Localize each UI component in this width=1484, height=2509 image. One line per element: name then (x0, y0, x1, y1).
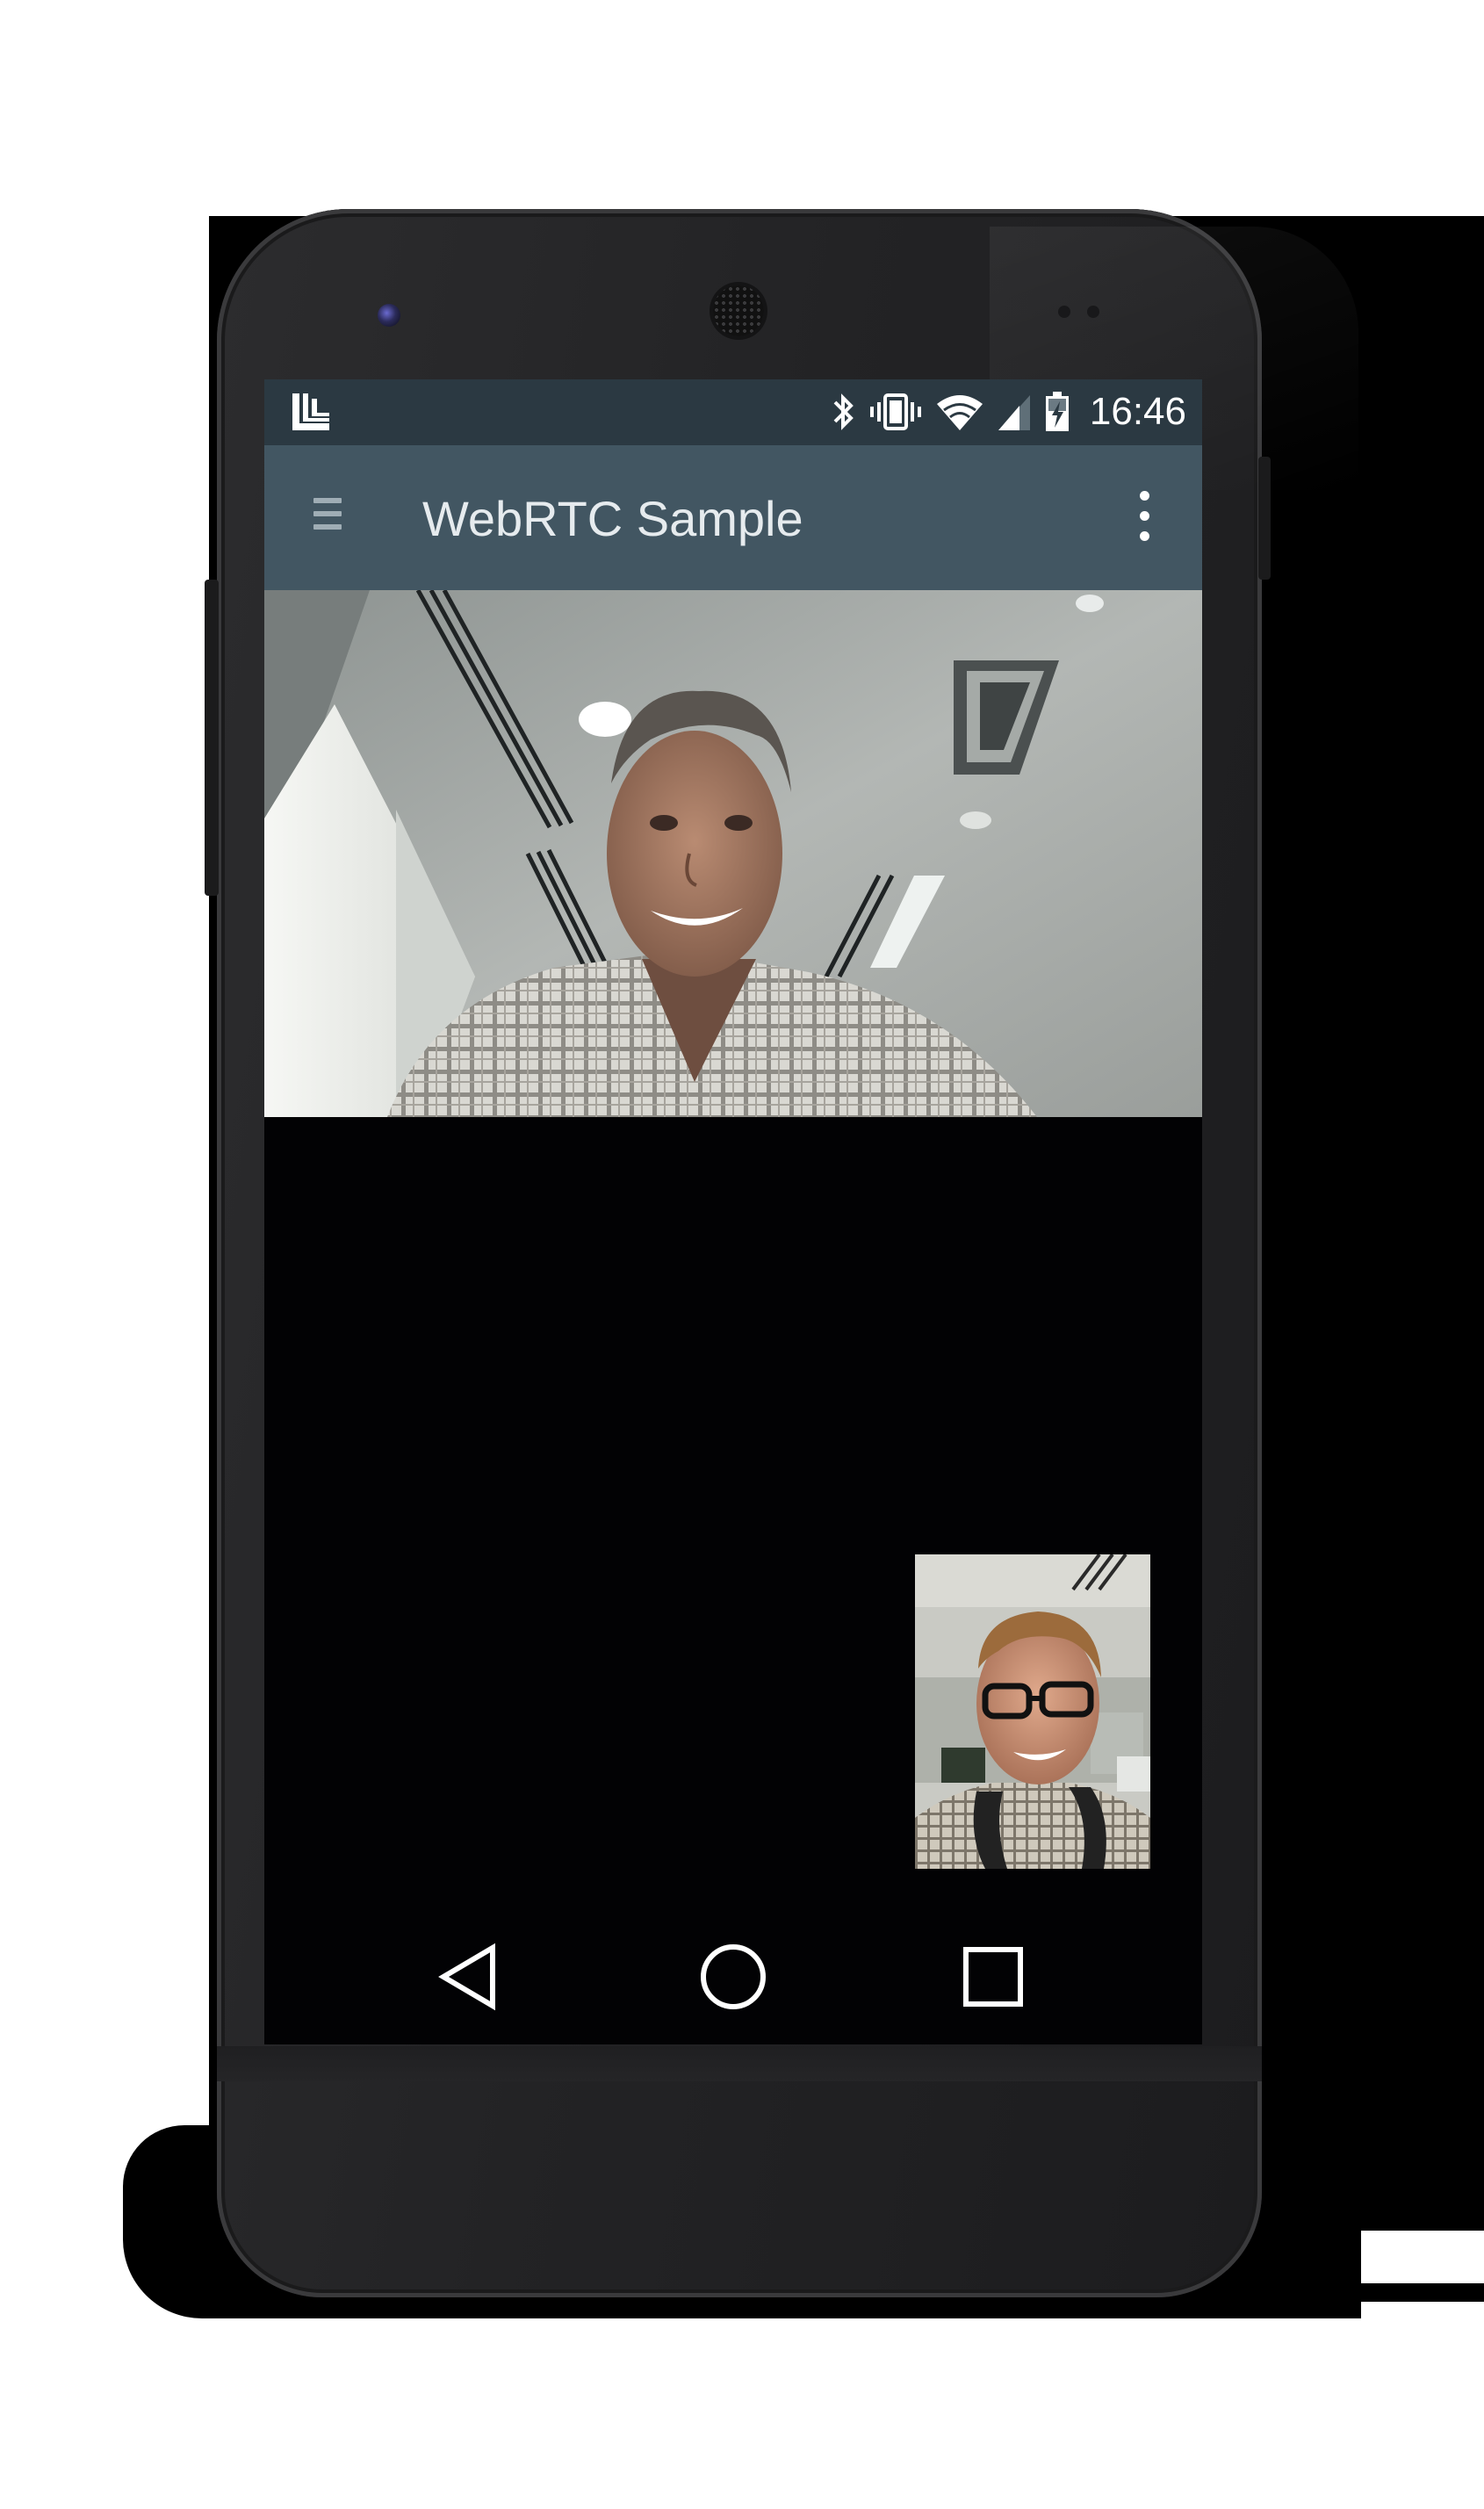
app-title: WebRTC Sample (422, 491, 803, 546)
phone-screen: 16:46 WebRTC Sample (264, 379, 1202, 2044)
light-sensor (1087, 306, 1099, 318)
launcher-logo-icon (292, 393, 329, 430)
hamburger-menu-icon[interactable] (313, 498, 342, 537)
overflow-menu-icon[interactable] (1135, 491, 1153, 547)
cell-signal-icon (998, 395, 1030, 430)
status-time: 16:46 (1089, 390, 1186, 433)
home-button[interactable] (685, 1929, 782, 2025)
navigation-bar (264, 1911, 1202, 2044)
status-bar: 16:46 (264, 379, 1202, 445)
power-button (1258, 457, 1271, 580)
back-button[interactable] (422, 1929, 519, 2025)
home-icon (701, 1944, 766, 2009)
battery-charging-icon (1046, 392, 1069, 431)
bluetooth-icon (833, 393, 854, 430)
local-self-view-video (915, 1554, 1150, 1869)
shadow-cutout (1361, 2231, 1484, 2283)
front-camera (378, 304, 400, 327)
volume-button (205, 580, 219, 896)
recents-icon (963, 1947, 1023, 2007)
back-icon (438, 1943, 495, 2011)
proximity-sensor (1058, 306, 1070, 318)
recents-button[interactable] (945, 1929, 1041, 2025)
remote-video-frame (264, 590, 1202, 1117)
status-icons (830, 390, 1070, 434)
bottom-bezel (217, 2046, 1262, 2081)
earpiece-speaker (713, 285, 764, 336)
vibrate-icon (870, 393, 921, 430)
local-video-frame (915, 1554, 1150, 1869)
wifi-icon (937, 395, 983, 430)
remote-participant-video (264, 590, 1202, 1117)
app-bar: WebRTC Sample (264, 445, 1202, 590)
